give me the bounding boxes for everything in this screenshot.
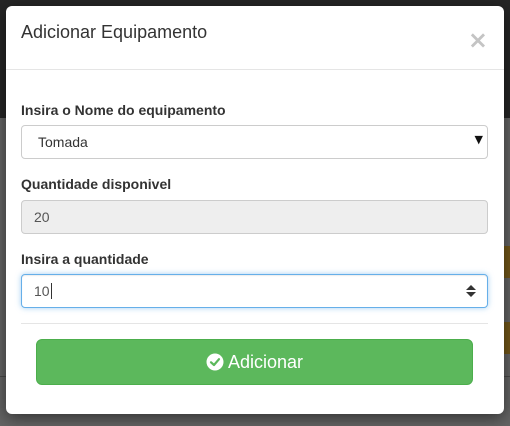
equipment-name-select[interactable]: Tomada ▼ (21, 125, 488, 159)
quantity-label: Insira a quantidade (21, 251, 149, 267)
quantity-stepper[interactable] (465, 283, 477, 299)
add-equipment-modal: Adicionar Equipamento × Insira o Nome do… (6, 6, 504, 414)
stepper-up-icon[interactable] (466, 285, 476, 290)
text-caret (50, 283, 52, 299)
dropdown-arrow-icon: ▼ (474, 133, 483, 146)
quantity-input-value: 10 (34, 283, 50, 299)
equipment-name-label: Insira o Nome do equipamento (21, 102, 226, 118)
footer-divider (21, 323, 488, 324)
available-quantity-label: Quantidade disponivel (21, 176, 172, 192)
available-quantity-field: 20 (21, 200, 488, 234)
check-circle-icon (206, 353, 224, 371)
add-button-label: Adicionar (227, 351, 304, 372)
quantity-input[interactable]: 10 (21, 274, 488, 308)
close-button[interactable]: × (468, 28, 488, 52)
equipment-name-selected-value: Tomada (38, 134, 88, 150)
stepper-down-icon[interactable] (466, 292, 476, 297)
modal-header: Adicionar Equipamento × (6, 6, 504, 70)
modal-title: Adicionar Equipamento (21, 22, 208, 42)
add-button[interactable]: Adicionar (36, 339, 473, 385)
available-quantity-value: 20 (34, 209, 50, 225)
